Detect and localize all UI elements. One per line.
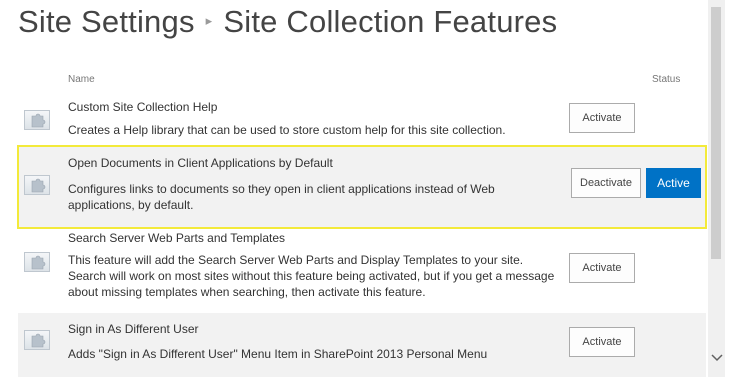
breadcrumb-site-settings[interactable]: Site Settings: [18, 4, 195, 39]
scroll-down-arrow-icon[interactable]: [710, 350, 724, 362]
feature-puzzle-icon: [24, 175, 50, 195]
column-header-status: Status: [652, 74, 681, 85]
feature-name: Custom Site Collection Help: [68, 100, 218, 114]
feature-puzzle-icon: [24, 330, 50, 350]
site-collection-features-page: Site Settings ▸ Site Collection Features N…: [0, 0, 733, 377]
feature-name: Search Server Web Parts and Templates: [68, 231, 285, 245]
feature-name: Sign in As Different User: [68, 322, 199, 336]
breadcrumb-current: Site Collection Features: [223, 4, 558, 39]
status-badge-active: Active: [646, 168, 701, 198]
deactivate-button[interactable]: Deactivate: [571, 168, 641, 198]
feature-row-sign-in-as-different-user: Sign in As Different User Adds "Sign in …: [18, 313, 706, 377]
feature-description: This feature will add the Search Server …: [68, 253, 555, 299]
feature-description: Configures links to documents so they op…: [68, 182, 495, 212]
scrollbar-thumb[interactable]: [711, 7, 721, 259]
activate-button[interactable]: Activate: [569, 253, 635, 283]
column-header-name: Name: [68, 74, 95, 85]
activate-button[interactable]: Activate: [569, 103, 635, 133]
feature-row-custom-site-collection-help: Custom Site Collection Help Creates a He…: [18, 96, 706, 144]
feature-puzzle-icon: [24, 252, 50, 272]
feature-puzzle-icon: [24, 110, 50, 130]
feature-row-open-documents-client-apps: Open Documents in Client Applications by…: [17, 145, 707, 229]
feature-description: Adds "Sign in As Different User" Menu It…: [68, 347, 488, 361]
activate-button[interactable]: Activate: [569, 327, 635, 357]
feature-name: Open Documents in Client Applications by…: [68, 156, 333, 170]
breadcrumb-separator-icon: ▸: [205, 12, 213, 28]
feature-description: Creates a Help library that can be used …: [68, 123, 506, 137]
feature-row-search-server-web-parts: Search Server Web Parts and Templates Th…: [18, 230, 706, 310]
page-title: Site Settings ▸ Site Collection Features: [18, 4, 557, 40]
